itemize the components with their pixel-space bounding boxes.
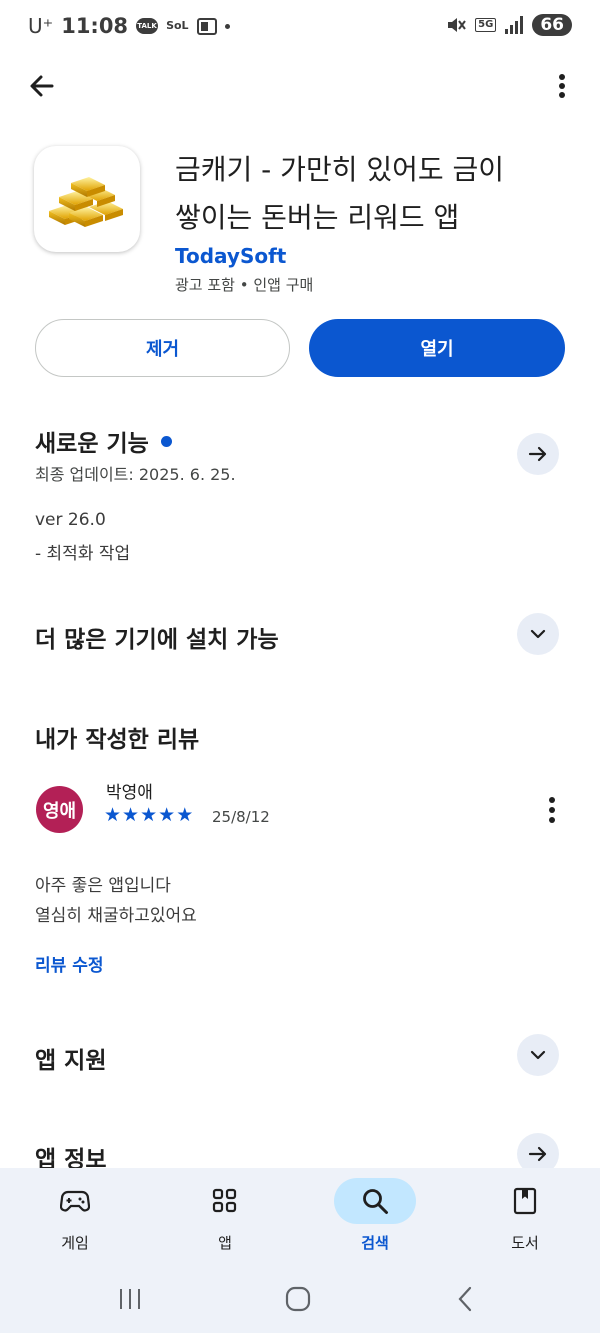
last-updated: 최종 업데이트: 2025. 6. 25. [35,465,236,484]
app-title-line1: 금캐기 - 가만히 있어도 금이 [175,153,505,186]
star-icon: ★ [176,804,194,826]
nav-pill-active [334,1178,416,1224]
review-date: 25/8/12 [212,808,270,826]
more-devices-expand-button[interactable] [517,613,559,655]
card-notification-icon [196,17,217,35]
review-options-button[interactable] [542,794,562,826]
nav-label-games: 게임 [61,1234,89,1252]
status-bar: U⁺ 11:08 TALK SoL 5G 66 [0,0,600,56]
more-options-button[interactable] [546,66,578,106]
arrow-forward-icon [528,446,547,462]
kakaotalk-icon: TALK [136,18,159,34]
battery-indicator: 66 [532,14,572,36]
status-right: 5G 66 [446,14,572,36]
version-text: ver 26.0 [35,510,106,530]
more-notifications-dot-icon [224,23,230,29]
review-text-line1: 아주 좋은 앱입니다 [35,876,171,896]
new-indicator-dot [160,436,172,447]
whats-new-heading: 새로운 기능 [35,424,172,458]
carrier-label: U⁺ [28,14,54,38]
bottom-navigation: 게임 앱 검색 도서 [0,1168,600,1333]
nav-label-apps: 앱 [218,1234,232,1252]
top-app-bar [0,60,600,112]
chevron-down-icon [530,629,546,639]
more-devices-title: 더 많은 기기에 설치 가능 [35,627,279,653]
arrow-back-icon [30,75,54,97]
sol-bank-icon: SoL [166,19,189,32]
apps-grid-icon [212,1188,237,1213]
search-icon [363,1189,388,1214]
system-navigation-bar [0,1278,600,1318]
app-title-line2: 쌓이는 돈버는 리워드 앱 [175,201,460,234]
star-icon: ★ [158,804,176,826]
clock: 11:08 [61,14,129,38]
recent-apps-icon[interactable] [116,1286,144,1312]
home-icon[interactable] [284,1285,312,1313]
star-icon: ★ [122,804,140,826]
signal-icon [505,16,524,34]
mute-icon [448,18,466,32]
star-rating: ★ ★ ★ ★ ★ [104,804,193,826]
status-left: U⁺ 11:08 TALK SoL [28,14,230,38]
nav-item-books[interactable]: 도서 [470,1178,580,1253]
nav-item-apps[interactable]: 앱 [170,1178,280,1253]
arrow-forward-icon [528,1146,547,1162]
more-vert-icon [549,797,555,823]
star-icon: ★ [140,804,158,826]
gamepad-icon [60,1190,90,1212]
nav-pill [484,1178,566,1224]
nav-label-search: 검색 [361,1234,389,1252]
avatar: 영애 [36,786,83,833]
back-button[interactable] [22,66,62,106]
gold-bars-icon [49,177,123,227]
review-text-line2: 열심히 채굴하고있어요 [35,906,197,926]
back-nav-icon[interactable] [455,1285,475,1313]
edit-review-link[interactable]: 리뷰 수정 [35,951,103,976]
app-support-title: 앱 지원 [35,1048,107,1074]
whats-new-title: 새로운 기능 [35,431,149,457]
app-title: 금캐기 - 가만히 있어도 금이 쌓이는 돈버는 리워드 앱 [175,146,575,242]
app-meta-info: 광고 포함 • 인앱 구매 [175,276,314,294]
network-type-icon: 5G [475,18,497,32]
whats-new-arrow-button[interactable] [517,433,559,475]
release-notes: - 최적화 작업 [35,544,131,564]
uninstall-button[interactable]: 제거 [35,319,290,377]
chevron-down-icon [530,1050,546,1060]
my-review-title: 내가 작성한 리뷰 [35,727,200,753]
more-vert-icon [559,74,565,98]
open-button[interactable]: 열기 [309,319,565,377]
nav-pill [34,1178,116,1224]
nav-item-games[interactable]: 게임 [20,1178,130,1253]
nav-item-search[interactable]: 검색 [320,1178,430,1253]
app-support-expand-button[interactable] [517,1034,559,1076]
nav-label-books: 도서 [511,1234,539,1252]
book-icon [513,1187,537,1215]
reviewer-name: 박영애 [106,783,153,803]
star-icon: ★ [104,804,122,826]
developer-link[interactable]: TodaySoft [175,244,286,268]
app-icon [34,146,140,252]
nav-pill [184,1178,266,1224]
